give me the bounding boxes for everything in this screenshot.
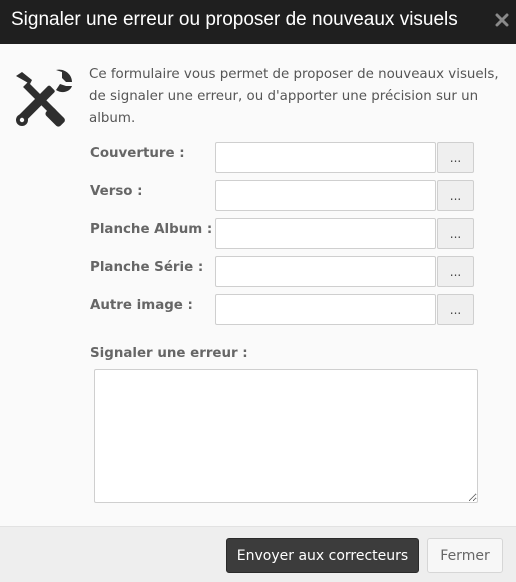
planche-serie-input[interactable]: [215, 256, 436, 287]
planche-album-browse-button[interactable]: ...: [437, 218, 474, 249]
tools-icon: [12, 68, 74, 130]
close-icon[interactable]: [494, 12, 510, 28]
error-label: Signaler une erreur :: [90, 346, 248, 361]
dialog-titlebar: Signaler une erreur ou proposer de nouve…: [0, 0, 516, 44]
couverture-browse-button[interactable]: ...: [437, 142, 474, 173]
field-label-verso: Verso :: [90, 184, 143, 199]
dialog-footer: Envoyer aux correcteurs Fermer: [0, 526, 516, 582]
field-label-planche-album: Planche Album :: [90, 222, 213, 237]
planche-serie-browse-button[interactable]: ...: [437, 256, 474, 287]
verso-browse-button[interactable]: ...: [437, 180, 474, 211]
field-label-planche-serie: Planche Série :: [90, 260, 204, 275]
couverture-input[interactable]: [215, 142, 436, 173]
intro-text: Ce formulaire vous permet de proposer de…: [89, 67, 499, 126]
submit-button[interactable]: Envoyer aux correcteurs: [226, 538, 419, 573]
error-textarea[interactable]: [94, 369, 478, 503]
autre-image-browse-button[interactable]: ...: [437, 294, 474, 325]
autre-image-input[interactable]: [215, 294, 436, 325]
planche-album-input[interactable]: [215, 218, 436, 249]
verso-input[interactable]: [215, 180, 436, 211]
field-label-couverture: Couverture :: [90, 146, 185, 161]
close-button[interactable]: Fermer: [427, 538, 503, 573]
dialog-body: Ce formulaire vous permet de proposer de…: [0, 44, 516, 526]
dialog-title: Signaler une erreur ou proposer de nouve…: [11, 9, 458, 30]
field-label-autre-image: Autre image :: [90, 298, 193, 313]
